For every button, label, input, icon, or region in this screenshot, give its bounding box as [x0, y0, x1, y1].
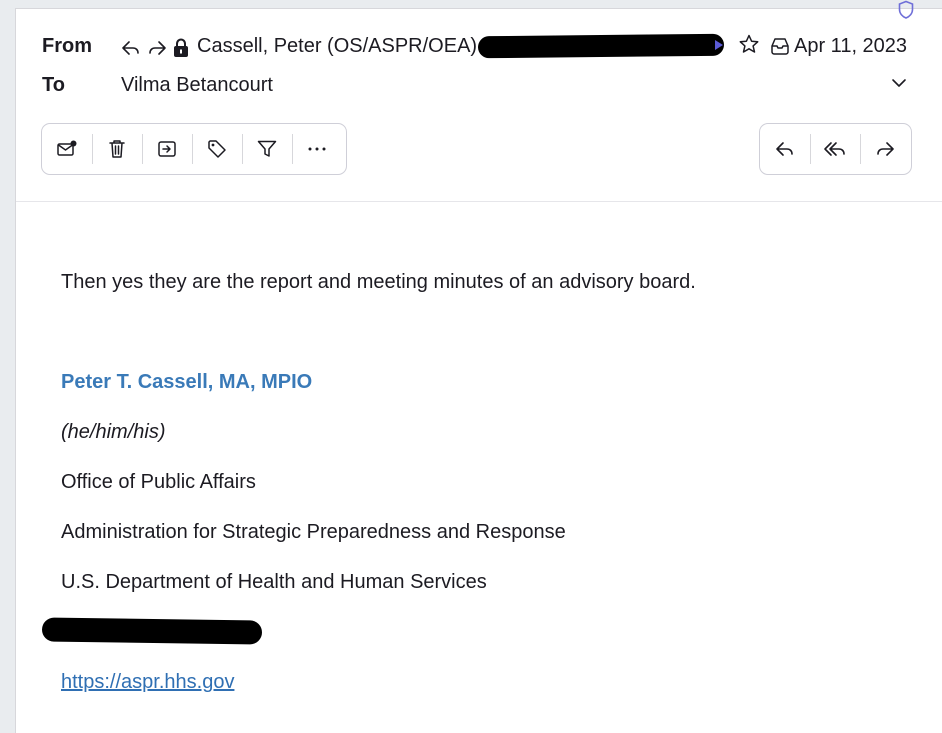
signature-administration: Administration for Strategic Preparednes… — [61, 521, 566, 543]
move-button[interactable] — [142, 124, 192, 174]
reply-toolbar — [759, 123, 912, 175]
website-link[interactable]: https://aspr.hhs.gov — [61, 670, 234, 694]
lock-icon — [174, 38, 188, 57]
star-icon[interactable] — [738, 33, 760, 55]
redacted-email — [477, 33, 725, 59]
reply-button[interactable] — [760, 124, 810, 174]
more-button[interactable] — [292, 124, 342, 174]
tag-button[interactable] — [192, 124, 242, 174]
replied-icon — [122, 41, 139, 55]
move-icon — [158, 141, 176, 157]
sender-name[interactable]: Cassell, Peter (OS/ASPR/OEA) — [197, 34, 477, 58]
mark-unread-button[interactable] — [42, 124, 92, 174]
from-label: From — [42, 35, 92, 57]
archive-icon — [771, 38, 789, 55]
more-icon — [308, 147, 326, 151]
expand-arrow-icon — [715, 40, 723, 50]
reply-all-button[interactable] — [810, 124, 860, 174]
trash-icon — [109, 140, 125, 158]
mark-unread-icon — [57, 140, 77, 156]
forward-button[interactable] — [860, 124, 910, 174]
tag-icon — [208, 140, 226, 158]
to-label: To — [42, 74, 65, 96]
redacted-contact — [41, 617, 263, 645]
sender-icons — [120, 36, 190, 60]
signature-name: Peter T. Cassell, MA, MPIO — [61, 371, 313, 393]
message-date: Apr 11, 2023 — [794, 35, 908, 57]
filter-button[interactable] — [242, 124, 292, 174]
forwarded-icon — [149, 41, 166, 55]
filter-icon — [257, 140, 277, 157]
forward-icon — [877, 142, 894, 156]
signature-department: U.S. Department of Health and Human Serv… — [61, 571, 487, 593]
reply-all-icon — [824, 142, 845, 156]
message-text: Then yes they are the report and meeting… — [61, 271, 696, 293]
signature-office: Office of Public Affairs — [61, 471, 256, 493]
message-toolbar — [41, 123, 347, 175]
shield-icon[interactable] — [897, 0, 915, 20]
delete-button[interactable] — [92, 124, 142, 174]
reply-icon — [776, 142, 793, 156]
chevron-down-icon[interactable] — [890, 76, 908, 90]
recipient-name[interactable]: Vilma Betancourt — [121, 73, 273, 97]
header-divider — [16, 201, 942, 202]
signature-pronouns: (he/him/his) — [61, 421, 166, 443]
